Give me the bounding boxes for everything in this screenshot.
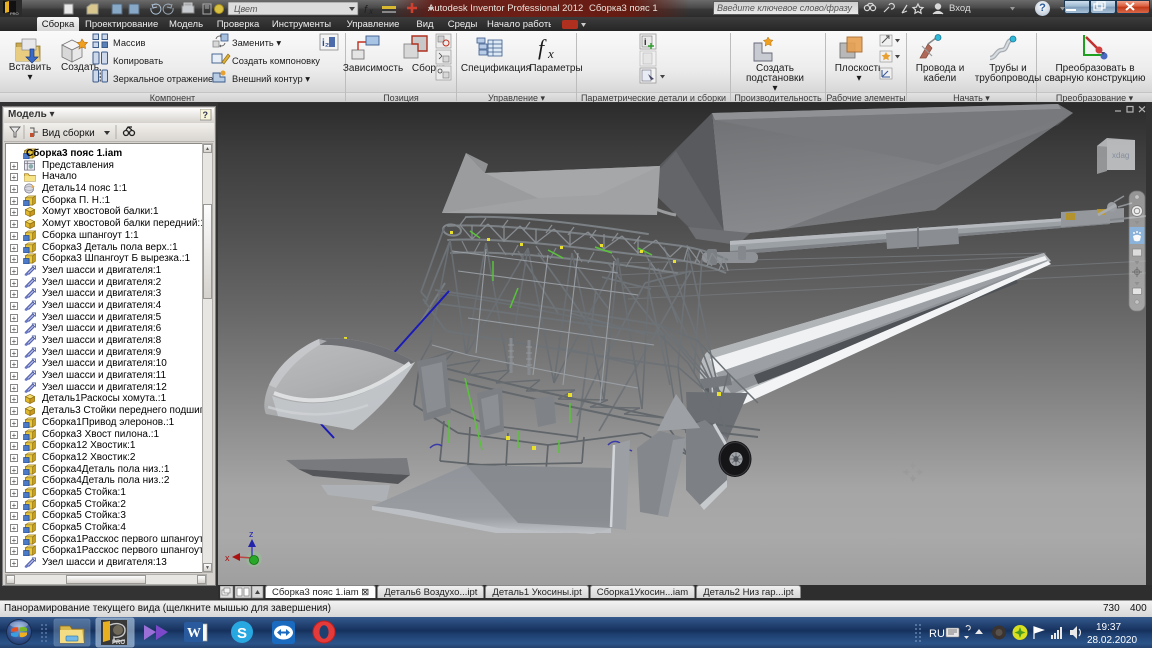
svg-text:x: x xyxy=(368,7,374,16)
svg-text:x: x xyxy=(225,553,230,563)
svg-text:xdag: xdag xyxy=(1112,151,1129,160)
svg-text:28.02.2020: 28.02.2020 xyxy=(1087,635,1137,646)
svg-text:PRO: PRO xyxy=(112,640,125,646)
svg-text:x: x xyxy=(547,46,554,61)
svg-text:19:37: 19:37 xyxy=(1096,622,1121,633)
svg-text:f: f xyxy=(364,4,368,16)
svg-text:Цвет: Цвет xyxy=(234,4,258,14)
svg-text:z: z xyxy=(249,529,254,539)
svg-text:S: S xyxy=(237,625,247,642)
svg-text:?: ? xyxy=(203,110,209,120)
svg-text:i₂: i₂ xyxy=(322,38,329,49)
svg-text:Вид сборки: Вид сборки xyxy=(42,127,95,139)
svg-text:W: W xyxy=(187,626,201,641)
svg-text:PRO: PRO xyxy=(10,11,19,16)
svg-text:RU: RU xyxy=(929,628,945,640)
svg-text:i: i xyxy=(644,37,647,47)
svg-text:f: f xyxy=(538,35,547,60)
